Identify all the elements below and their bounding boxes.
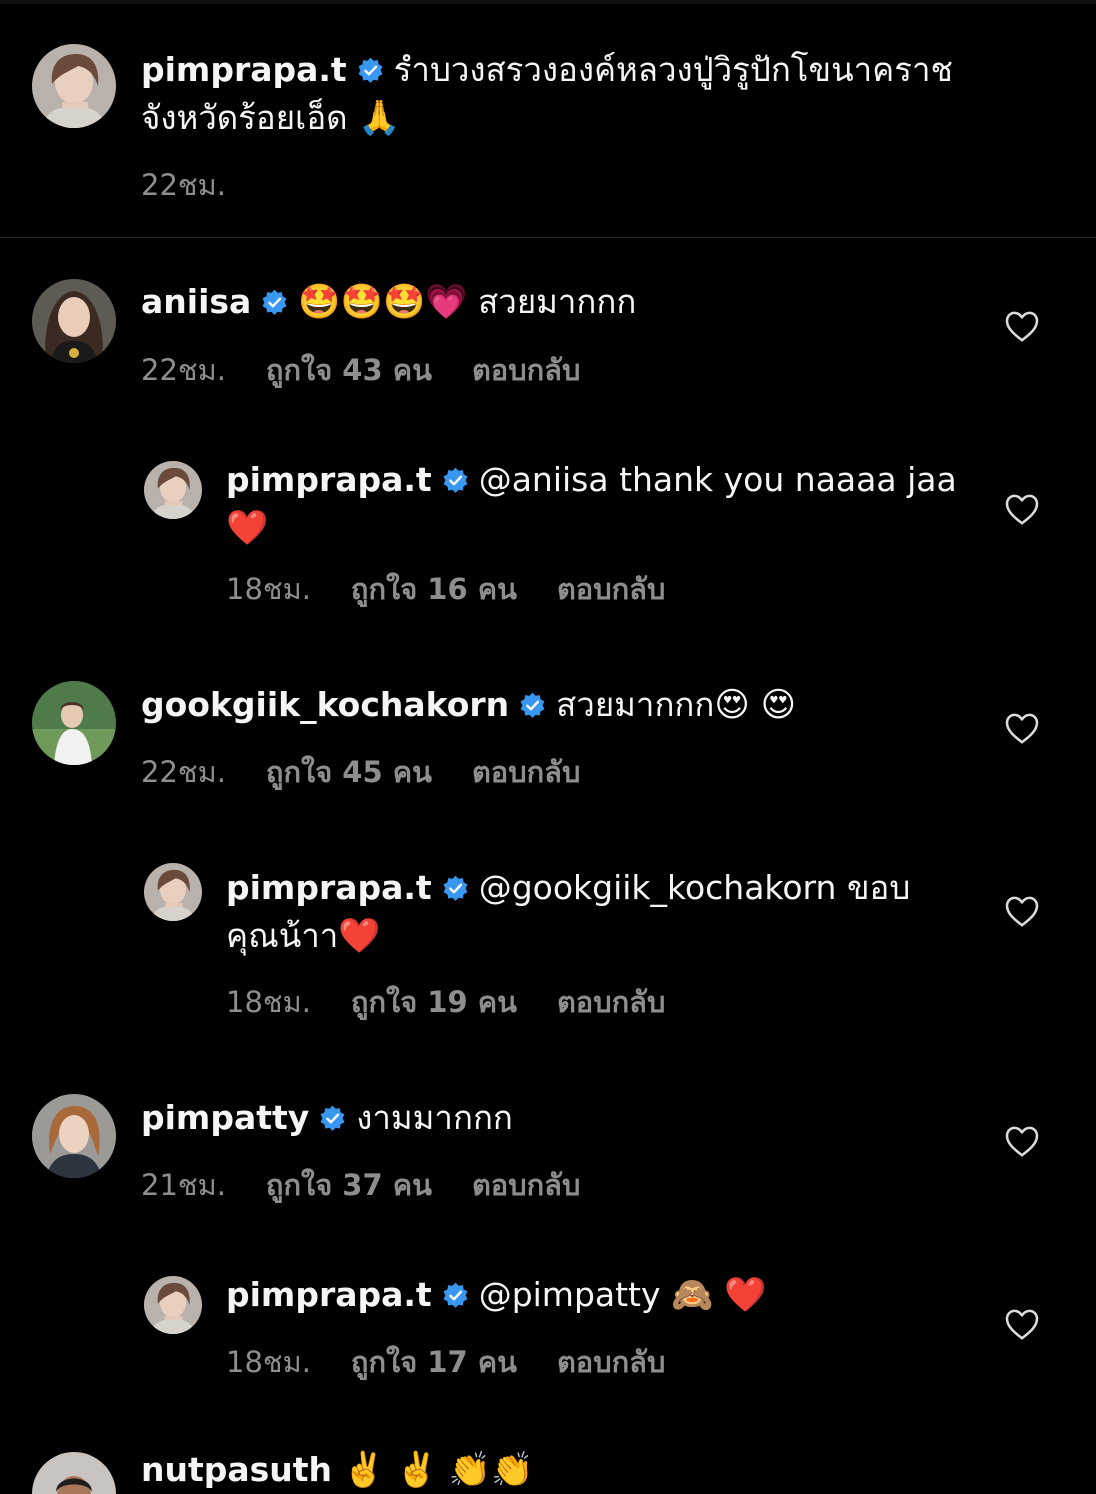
heart-outline-icon[interactable] xyxy=(1004,711,1040,745)
verified-badge-icon xyxy=(442,467,469,494)
comment-meta: 21ชม. ถูกใจ 37 คน ตอบกลับ xyxy=(141,1162,620,1208)
like-count[interactable]: ถูกใจ 17 คน xyxy=(351,1345,517,1379)
emoji: ❤️ xyxy=(338,916,381,956)
heart-outline-icon[interactable] xyxy=(1004,894,1040,928)
heart-outline-icon[interactable] xyxy=(1004,1124,1040,1158)
avatar[interactable] xyxy=(32,1452,116,1494)
reply-text: pimprapa.t @aniisa thank you naaaa jaa ❤️ xyxy=(226,456,966,552)
comment-body: สวยมากกก xyxy=(478,282,637,321)
username[interactable]: pimprapa.t xyxy=(141,50,347,89)
timestamp: 21ชม. xyxy=(141,1168,226,1202)
like-count[interactable]: ถูกใจ 45 คน xyxy=(266,755,432,789)
reply-button[interactable]: ตอบกลับ xyxy=(557,985,665,1019)
username[interactable]: pimprapa.t xyxy=(226,1275,432,1314)
emoji: ✌️ ✌️ 👏👏 xyxy=(342,1450,534,1490)
username[interactable]: pimprapa.t xyxy=(226,460,432,499)
username[interactable]: aniisa xyxy=(141,282,251,321)
comment-body: งามมากกก xyxy=(356,1098,513,1137)
reply-meta: 18ชม. ถูกใจ 17 คน ตอบกลับ xyxy=(226,1339,705,1385)
username[interactable]: pimprapa.t xyxy=(226,868,432,907)
reply-button[interactable]: ตอบกลับ xyxy=(557,1345,665,1379)
reply-body: @aniisa thank you naaaa jaa xyxy=(478,460,957,499)
avatar[interactable] xyxy=(32,1094,116,1178)
heart-outline-icon[interactable] xyxy=(1004,492,1040,526)
divider xyxy=(0,237,1096,238)
comment-text: pimpatty งามมากกก xyxy=(141,1094,1001,1142)
avatar[interactable] xyxy=(32,44,116,128)
verified-badge-icon xyxy=(357,57,384,84)
reply-text: pimprapa.t @gookgiik_kochakorn ขอบคุณน้าา… xyxy=(226,864,926,960)
timestamp: 18ชม. xyxy=(226,1345,311,1379)
reply-text: pimprapa.t @pimpatty 🙈 ❤️ xyxy=(226,1271,966,1319)
verified-badge-icon xyxy=(519,692,546,719)
like-count[interactable]: ถูกใจ 37 คน xyxy=(266,1168,432,1202)
timestamp: 18ชม. xyxy=(226,985,311,1019)
verified-badge-icon xyxy=(442,875,469,902)
like-count[interactable]: ถูกใจ 43 คน xyxy=(266,353,432,387)
reply-body: @pimpatty xyxy=(478,1275,661,1314)
username[interactable]: nutpasuth xyxy=(141,1450,332,1489)
timestamp: 22ชม. xyxy=(141,168,226,202)
caption-meta: 22ชม. xyxy=(141,162,266,208)
comment-body: สวยมากกก xyxy=(556,685,715,724)
reply-button[interactable]: ตอบกลับ xyxy=(472,755,580,789)
like-count[interactable]: ถูกใจ 19 คน xyxy=(351,985,517,1019)
timestamp: 18ชม. xyxy=(226,572,311,606)
timestamp: 22ชม. xyxy=(141,755,226,789)
username[interactable]: pimpatty xyxy=(141,1098,309,1137)
avatar[interactable] xyxy=(32,279,116,363)
verified-badge-icon xyxy=(261,289,288,316)
avatar[interactable] xyxy=(144,863,202,921)
comment-meta: 22ชม. ถูกใจ 43 คน ตอบกลับ xyxy=(141,347,620,393)
top-edge xyxy=(0,0,1096,4)
username[interactable]: gookgiik_kochakorn xyxy=(141,685,509,724)
timestamp: 22ชม. xyxy=(141,353,226,387)
emoji: 😍 😍 xyxy=(714,685,797,725)
comment-meta: 22ชม. ถูกใจ 45 คน ตอบกลับ xyxy=(141,749,620,795)
avatar[interactable] xyxy=(144,461,202,519)
comment-text: nutpasuth ✌️ ✌️ 👏👏 xyxy=(141,1446,1001,1494)
verified-badge-icon xyxy=(442,1282,469,1309)
caption-text: pimprapa.t รำบวงสรวงองค์หลวงปู่วิรูปักโขน… xyxy=(141,46,1001,142)
like-count[interactable]: ถูกใจ 16 คน xyxy=(351,572,517,606)
reply-button[interactable]: ตอบกลับ xyxy=(557,572,665,606)
comment-text: aniisa 🤩🤩🤩💗 สวยมากกก xyxy=(141,278,1001,326)
emoji: ❤️ xyxy=(226,508,269,548)
reply-meta: 18ชม. ถูกใจ 19 คน ตอบกลับ xyxy=(226,979,705,1025)
emoji: 🙏 xyxy=(358,98,401,138)
emoji: 🤩🤩🤩💗 xyxy=(298,282,468,322)
avatar[interactable] xyxy=(144,1276,202,1334)
reply-button[interactable]: ตอบกลับ xyxy=(472,1168,580,1202)
verified-badge-icon xyxy=(319,1105,346,1132)
comment-text: gookgiik_kochakorn สวยมากกก😍 😍 xyxy=(141,681,1001,729)
avatar[interactable] xyxy=(32,681,116,765)
heart-outline-icon[interactable] xyxy=(1004,1307,1040,1341)
reply-button[interactable]: ตอบกลับ xyxy=(472,353,580,387)
heart-outline-icon[interactable] xyxy=(1004,309,1040,343)
emoji: 🙈 ❤️ xyxy=(671,1275,767,1315)
reply-meta: 18ชม. ถูกใจ 16 คน ตอบกลับ xyxy=(226,566,705,612)
